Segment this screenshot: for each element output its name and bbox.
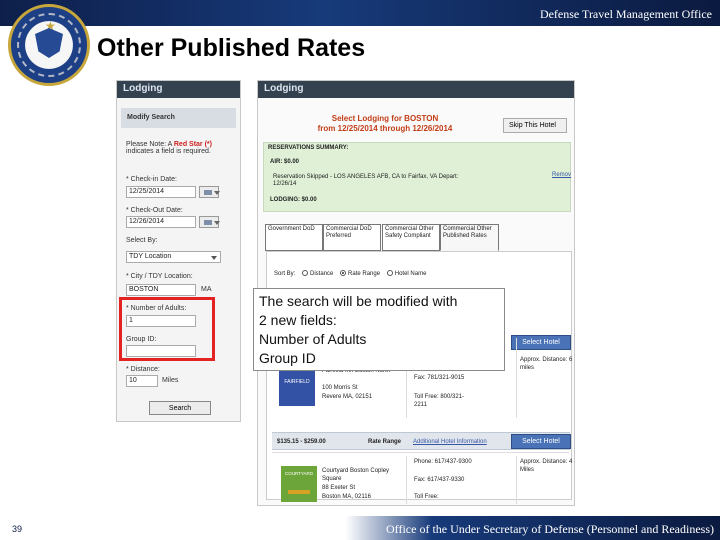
remove-link[interactable]: Remov [552, 172, 571, 178]
hotel-address-line-2: Revere MA, 02151 [322, 394, 373, 400]
left-panel-title: Lodging [117, 81, 240, 98]
hotel-address-line-2: Boston MA, 02116 [322, 494, 371, 500]
search-button[interactable]: Search [149, 401, 211, 415]
check-in-date-input[interactable]: 12/25/2014 [126, 186, 196, 198]
callout-line-1: The search will be modified with [259, 293, 458, 309]
hotel-distance: Approx. Distance: 6 miles [520, 357, 573, 371]
table-divider [406, 456, 407, 504]
office-name: Office of the Under Secretary of Defense… [386, 522, 714, 536]
rate-range-label: Rate Range [368, 439, 402, 445]
distance-unit: Miles [162, 377, 179, 384]
reservation-date: 12/26/14 [273, 181, 297, 187]
hotel-name: Courtyard Boston Copley Square [322, 468, 390, 482]
hotel-toll-free: Toll Free: 800/321-2211 [414, 394, 465, 408]
hotel-fax: Fax: 781/321-9015 [414, 375, 465, 381]
check-out-date-input[interactable]: 12/26/2014 [126, 216, 196, 228]
sort-options: Sort By: Distance Rate Range Hotel Name [274, 270, 426, 277]
select-by-dropdown[interactable]: TDY Location [126, 251, 221, 263]
air-summary: AIR: $0.00 [270, 159, 300, 165]
select-by-label: Select By: [126, 237, 158, 244]
sort-rate-range-label: Rate Range [348, 271, 381, 277]
sort-by-label: Sort By: [274, 271, 296, 277]
modification-callout: The search will be modified with 2 new f… [253, 288, 505, 371]
calendar-icon[interactable] [199, 186, 220, 198]
tab-commercial-other-safety[interactable]: Commercial Other Safety Compliant [382, 224, 440, 251]
hotel-address-line-1: 88 Exeter St [322, 485, 356, 491]
hotel-toll-free: Toll Free: [414, 494, 439, 500]
calendar-icon[interactable] [199, 216, 220, 228]
reservations-summary-label: RESERVATIONS SUMMARY: [268, 145, 349, 151]
modify-search-header: Modify Search [121, 108, 236, 128]
skip-hotel-button[interactable]: Skip This Hotel [503, 118, 567, 133]
city-input[interactable]: BOSTON [126, 284, 196, 296]
required-note-prefix: Please Note: A [126, 141, 174, 148]
page-title: Other Published Rates [97, 34, 366, 62]
department-seal-icon: ★ [8, 4, 90, 86]
hotel-address-line-1: 100 Morris St [322, 385, 358, 391]
lodging-heading-line-2: from 12/25/2014 through 12/26/2014 [317, 124, 453, 133]
select-hotel-button[interactable]: Select Hotel [511, 434, 571, 449]
courtyard-logo: COURTYARD [281, 466, 317, 502]
distance-label: * Distance: [126, 366, 160, 373]
tab-commercial-dod-preferred[interactable]: Commercial DoD Preferred [323, 224, 381, 251]
sort-hotel-name-label: Hotel Name [394, 271, 427, 277]
required-star-text: Red Star (*) [173, 141, 212, 148]
slide-number: 39 [12, 524, 23, 534]
table-divider [516, 456, 517, 504]
slide: Defense Travel Management Office ★ Other… [0, 0, 720, 540]
row-divider [272, 452, 569, 453]
table-divider [516, 338, 517, 418]
select-hotel-button[interactable]: Select Hotel [511, 335, 571, 350]
reservation-skipped-text: Reservation Skipped - LOS ANGELES AFB, C… [273, 174, 459, 180]
reservations-summary-box: RESERVATIONS SUMMARY: AIR: $0.00 Reserva… [263, 142, 571, 212]
check-in-label: * Check-in Date: [126, 176, 177, 183]
lodging-selection-heading: Select Lodging for BOSTON from 12/25/201… [290, 114, 480, 134]
check-out-label: * Check-Out Date: [126, 207, 183, 214]
rate-range-value: $135.15 - $259.00 [277, 439, 326, 445]
tab-government-dod[interactable]: Government DoD [265, 224, 323, 251]
radio-distance[interactable] [302, 270, 309, 276]
distance-input[interactable]: 10 [126, 375, 158, 387]
organization-name: Defense Travel Management Office [539, 7, 712, 21]
state-value: MA [201, 286, 212, 293]
fairfield-logo: FAIRFIELD [279, 370, 315, 406]
tab-commercial-other-published[interactable]: Commercial Other Published Rates [440, 224, 499, 251]
city-label: * City / TDY Location: [126, 273, 193, 280]
right-panel-title: Lodging [258, 81, 574, 98]
sort-distance-label: Distance [310, 271, 334, 277]
required-note: Please Note: A Red Star (*) indicates a … [126, 141, 212, 155]
radio-rate-range[interactable] [340, 270, 347, 276]
hotel-phone: Phone: 617/437-9300 [414, 459, 472, 465]
additional-hotel-info-link[interactable]: Additional Hotel Information [413, 438, 487, 446]
required-note-suffix: indicates a field is required. [126, 148, 211, 155]
radio-hotel-name[interactable] [386, 270, 393, 276]
callout-line-2: 2 new fields: [259, 312, 337, 328]
hotel-fax: Fax: 617/437-9330 [414, 477, 465, 483]
callout-line-4: Group ID [259, 350, 316, 366]
hotel-distance: Approx. Distance: 4 Miles [520, 459, 573, 473]
callout-line-3: Number of Adults [259, 331, 367, 347]
lodging-heading-line-1: Select Lodging for BOSTON [331, 114, 439, 123]
lodging-summary: LODGING: $0.00 [270, 197, 317, 203]
highlight-new-fields [119, 297, 215, 361]
